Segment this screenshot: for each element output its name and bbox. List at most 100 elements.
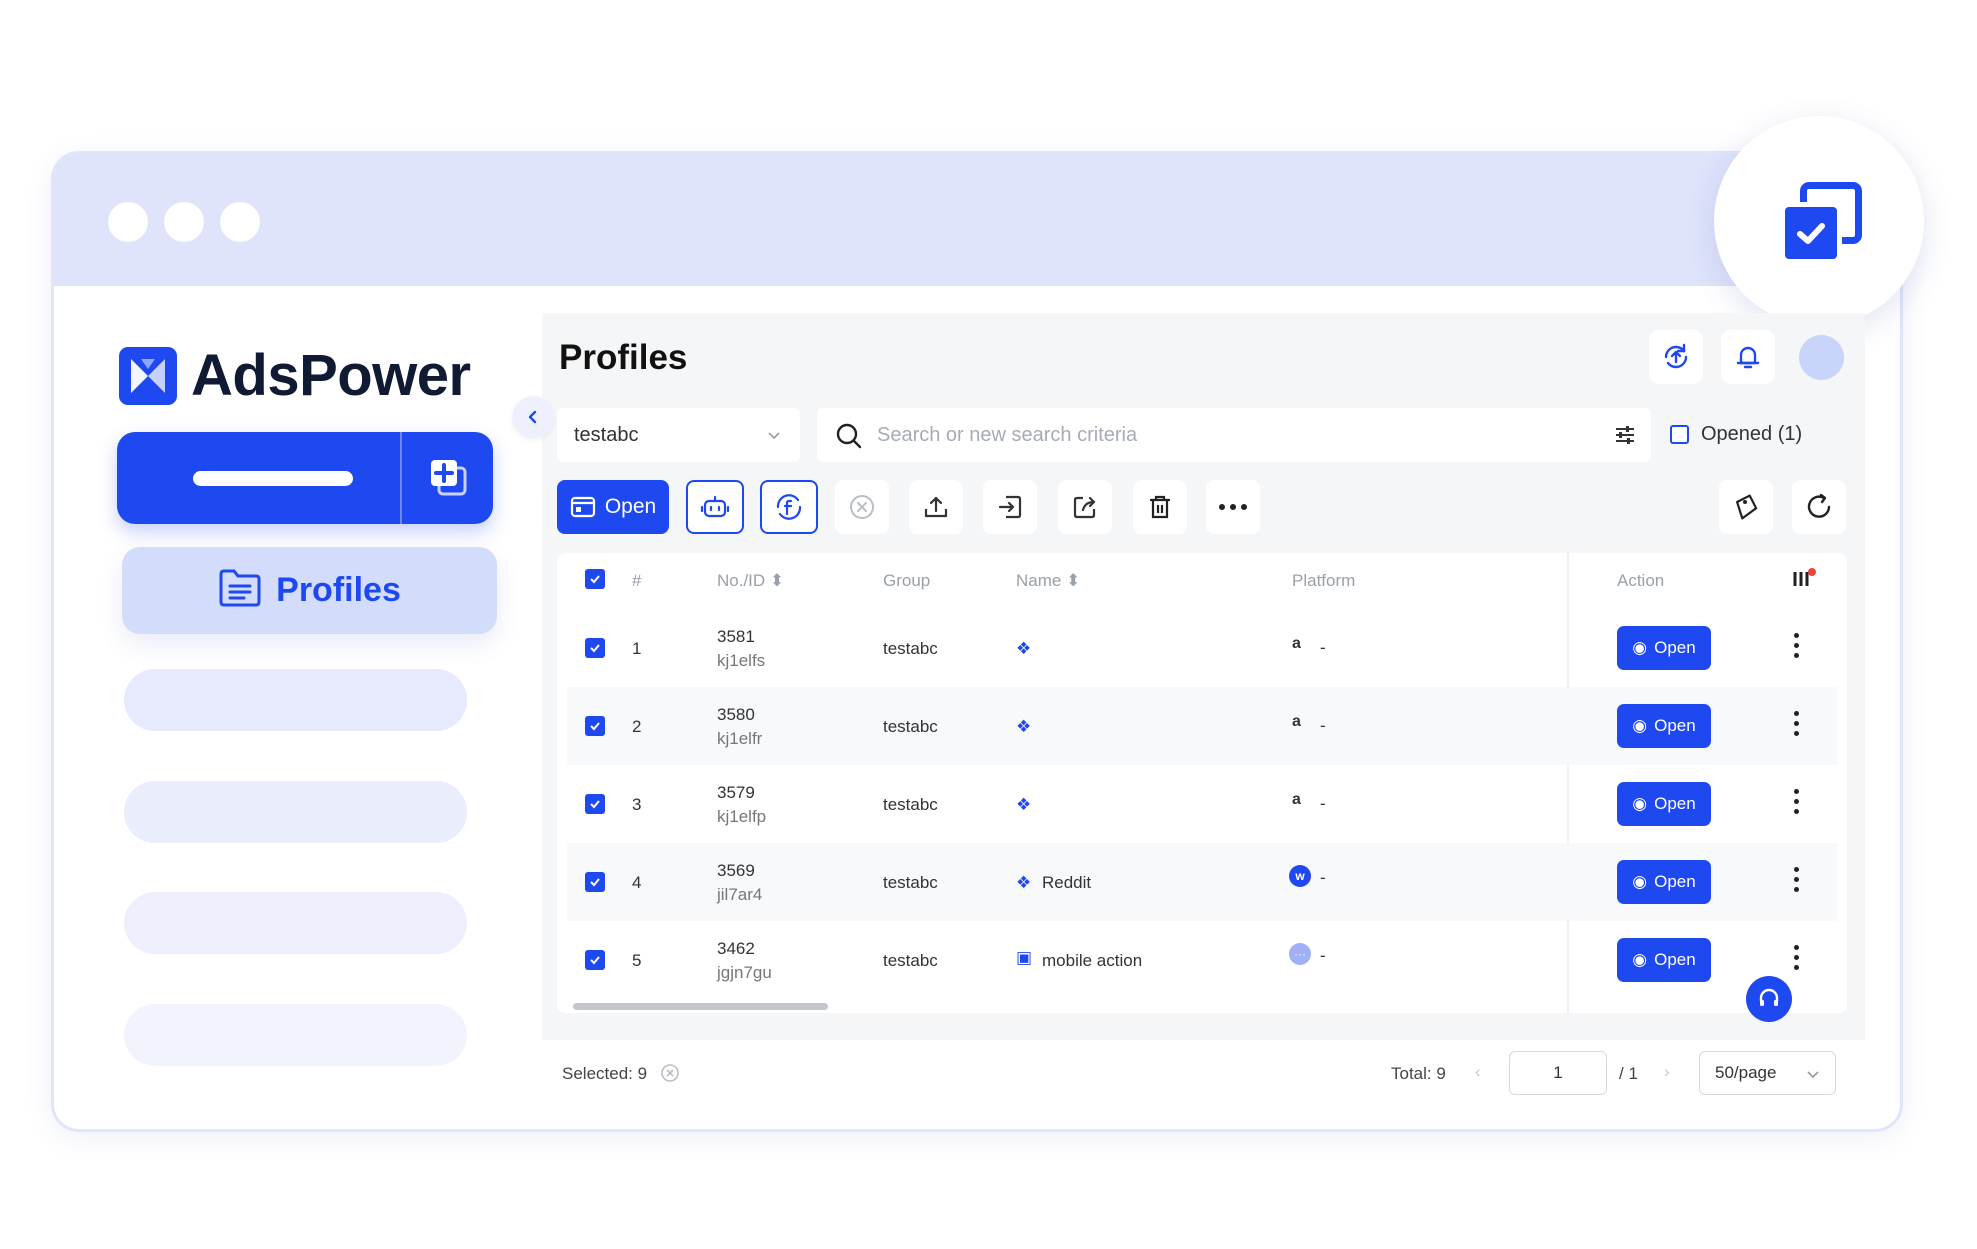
row-open-button[interactable]: ◉ Open — [1617, 782, 1711, 826]
window-dot-maximize[interactable] — [220, 202, 260, 242]
table-row[interactable]: 2 3580 kj1elfr testabc ❖ a - ◉ Open — [567, 687, 1837, 765]
refresh-icon[interactable] — [1792, 480, 1846, 534]
row-more-icon[interactable] — [1794, 945, 1800, 975]
page-size-value: 50/page — [1715, 1063, 1777, 1082]
window-titlebar — [54, 154, 1900, 286]
row-open-label: Open — [1654, 794, 1696, 813]
page-count: / 1 — [1619, 1064, 1638, 1083]
row-more-icon[interactable] — [1794, 867, 1800, 897]
quick-add-icon[interactable] — [425, 454, 473, 502]
chevron-down-icon — [766, 426, 782, 449]
app-logo: AdsPower — [119, 342, 471, 409]
row-platform-text: - — [1320, 946, 1326, 965]
search-input[interactable]: Search or new search criteria — [817, 408, 1651, 462]
col-no-id-header[interactable]: No./ID ⬍ — [717, 571, 784, 591]
table-row[interactable]: 5 3462 jgjn7gu testabc ▣ mobile action ·… — [567, 921, 1837, 999]
row-open-button[interactable]: ◉ Open — [1617, 626, 1711, 670]
sort-icon[interactable]: ⬍ — [1066, 571, 1080, 590]
prev-page-icon[interactable]: ‹ — [1475, 1062, 1481, 1082]
row-open-button[interactable]: ◉ Open — [1617, 860, 1711, 904]
row-group: testabc — [883, 639, 938, 658]
group-select[interactable]: testabc — [557, 408, 800, 462]
window-dot-close[interactable] — [108, 202, 148, 242]
row-index: 3 — [632, 795, 642, 814]
row-id: jgjn7gu — [717, 963, 772, 982]
android-icon: ▣ — [1016, 948, 1033, 967]
collapse-sidebar-button[interactable] — [512, 396, 554, 438]
new-profile-button[interactable] — [117, 432, 493, 524]
windows-icon: ❖ — [1016, 795, 1032, 814]
page-number-input[interactable]: 1 — [1509, 1051, 1607, 1095]
sidebar-item-placeholder[interactable] — [124, 781, 467, 843]
clear-selection-icon[interactable] — [660, 1063, 680, 1088]
row-checkbox[interactable] — [585, 872, 605, 892]
group-select-value: testabc — [574, 423, 639, 446]
filter-sliders-icon[interactable] — [1613, 423, 1637, 452]
upload-icon[interactable] — [909, 480, 963, 534]
bulk-open-button[interactable]: Open — [557, 480, 669, 534]
sync-facebook-icon[interactable] — [760, 480, 818, 534]
trash-icon[interactable] — [1133, 480, 1187, 534]
select-all-checkbox[interactable] — [585, 569, 605, 589]
chrome-icon: ◉ — [1632, 716, 1648, 735]
row-group: testabc — [883, 795, 938, 814]
row-checkbox[interactable] — [585, 716, 605, 736]
col-name-label: Name — [1016, 571, 1062, 590]
row-checkbox[interactable] — [585, 794, 605, 814]
sidebar-item-placeholder[interactable] — [124, 892, 467, 954]
selected-count: Selected: 9 — [562, 1064, 648, 1083]
share-export-icon[interactable] — [1058, 480, 1112, 534]
row-no: 3580 — [717, 705, 755, 724]
sort-icon[interactable]: ⬍ — [770, 571, 784, 590]
page-size-select[interactable]: 50/page — [1699, 1051, 1836, 1095]
col-name-header[interactable]: Name ⬍ — [1016, 571, 1080, 591]
headset-support-icon[interactable] — [1746, 976, 1792, 1022]
row-name: Reddit — [1042, 873, 1092, 892]
col-index-header: # — [632, 571, 642, 590]
row-open-button[interactable]: ◉ Open — [1617, 938, 1711, 982]
table-row[interactable]: 3 3579 kj1elfp testabc ❖ a - ◉ Open — [567, 765, 1837, 843]
row-more-icon[interactable] — [1794, 789, 1800, 819]
column-settings-icon[interactable] — [1791, 567, 1817, 594]
sidebar-item-placeholder[interactable] — [124, 669, 467, 731]
next-page-icon[interactable]: › — [1664, 1062, 1670, 1082]
row-no: 3569 — [717, 861, 755, 880]
windows-icon: ❖ — [1016, 639, 1032, 658]
col-action-header: Action — [1617, 571, 1665, 590]
horizontal-scrollbar[interactable] — [573, 1003, 828, 1010]
opened-filter-checkbox[interactable]: Opened (1) — [1670, 423, 1802, 446]
table-row[interactable]: 4 3569 jil7ar4 testabc ❖ Reddit w - ◉ Ope… — [567, 843, 1837, 921]
avatar[interactable] — [1799, 335, 1844, 380]
robot-icon[interactable] — [686, 480, 744, 534]
row-open-button[interactable]: ◉ Open — [1617, 704, 1711, 748]
search-placeholder: Search or new search criteria — [877, 423, 1138, 446]
row-more-icon[interactable] — [1794, 711, 1800, 741]
row-checkbox[interactable] — [585, 950, 605, 970]
opened-checkbox[interactable] — [1670, 425, 1689, 444]
window-dot-minimize[interactable] — [164, 202, 204, 242]
sync-upload-button[interactable] — [1649, 330, 1703, 384]
table-row[interactable]: 1 3581 kj1elfs testabc ❖ a - ◉ Open — [567, 609, 1837, 687]
row-no: 3462 — [717, 939, 755, 958]
row-index: 1 — [632, 639, 642, 658]
browser-window-icon — [570, 496, 595, 518]
move-to-group-icon[interactable] — [983, 480, 1037, 534]
row-more-icon[interactable] — [1794, 633, 1800, 663]
tag-icon[interactable] — [1719, 480, 1773, 534]
more-horizontal-icon[interactable] — [1206, 480, 1260, 534]
row-id: kj1elfp — [717, 807, 767, 826]
bell-icon[interactable] — [1721, 330, 1775, 384]
row-open-label: Open — [1654, 638, 1696, 657]
sidebar-item-placeholder[interactable] — [124, 1004, 467, 1066]
check-square-icon — [1780, 202, 1842, 264]
row-open-label: Open — [1654, 872, 1696, 891]
sidebar-item-profiles[interactable]: Profiles — [122, 547, 497, 634]
row-platform-text: - — [1320, 868, 1326, 887]
new-profile-label-placeholder — [193, 471, 353, 486]
row-platform-text: - — [1320, 638, 1326, 657]
row-checkbox[interactable] — [585, 638, 605, 658]
close-circle-icon[interactable] — [835, 480, 889, 534]
logo-text: AdsPower — [191, 343, 471, 408]
row-index: 5 — [632, 951, 642, 970]
sidebar-item-label: Profiles — [276, 571, 401, 609]
